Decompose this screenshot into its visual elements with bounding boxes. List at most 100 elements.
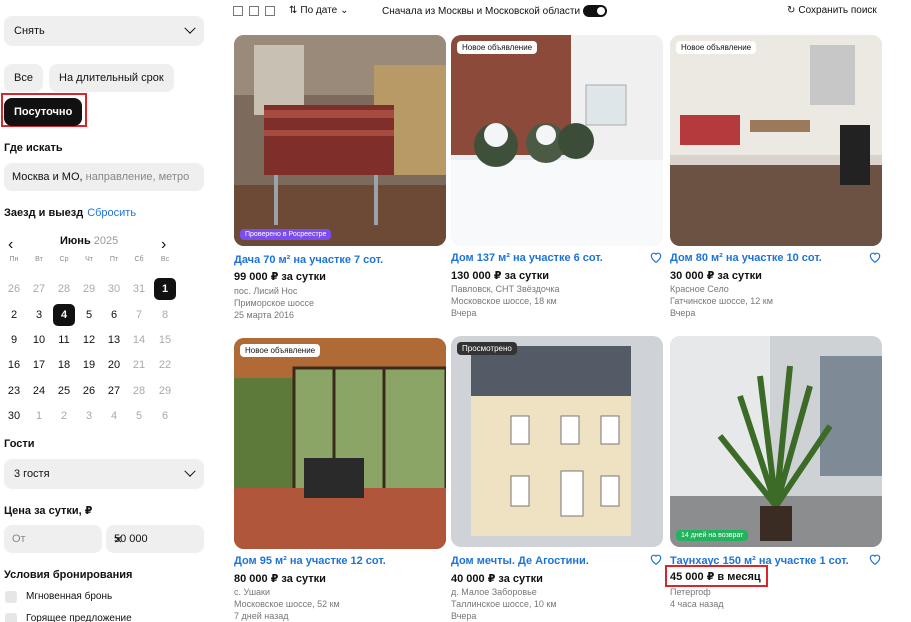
- calendar-day[interactable]: 3: [78, 405, 100, 427]
- listing-meta: Красное Село Гатчинское шоссе, 12 км Вче…: [670, 283, 773, 319]
- grid-view-icon[interactable]: [233, 6, 243, 16]
- listing-card[interactable]: Новое объявление Дом 95 м² на участке 12…: [234, 338, 446, 622]
- favorite-heart-icon[interactable]: [649, 250, 663, 264]
- next-month-icon[interactable]: ›: [161, 236, 166, 254]
- location-input[interactable]: Москва и МО, направление, метро: [4, 163, 204, 191]
- calendar-day[interactable]: 25: [53, 380, 75, 402]
- listing-location: Красное Село: [670, 284, 729, 294]
- listing-date: Вчера: [451, 308, 477, 318]
- favorite-heart-icon[interactable]: [868, 250, 882, 264]
- month-year: 2025: [93, 235, 119, 247]
- calendar-day[interactable]: 30: [103, 278, 125, 300]
- calendar-day[interactable]: 22: [154, 354, 176, 376]
- listing-card[interactable]: Новое объявление Дом 137 м² на участке 6…: [451, 35, 663, 335]
- calendar-day[interactable]: 31: [128, 278, 150, 300]
- moscow-first-toggle[interactable]: Сначала из Москвы и Московской области: [382, 5, 608, 17]
- calendar-day[interactable]: 2: [53, 405, 75, 427]
- calendar-day[interactable]: 12: [78, 329, 100, 351]
- calendar-day[interactable]: 26: [78, 380, 100, 402]
- calendar-day[interactable]: 7: [128, 304, 150, 326]
- instant-booking-checkbox[interactable]: [5, 591, 17, 603]
- favorite-heart-icon[interactable]: [868, 552, 882, 566]
- sort-dropdown[interactable]: ⇅ По дате ⌄: [289, 5, 349, 16]
- listing-road: Московское шоссе, 18 км: [451, 296, 557, 306]
- calendar-day[interactable]: 28: [53, 278, 75, 300]
- save-search-label: Сохранить поиск: [798, 5, 877, 16]
- listing-card[interactable]: 14 дней на возврат Таунхаус 150 м² на уч…: [665, 336, 882, 622]
- map-view-icon[interactable]: [265, 6, 275, 16]
- listing-title[interactable]: Дом 95 м² на участке 12 сот.: [234, 555, 386, 567]
- hot-offer-checkbox[interactable]: [5, 613, 17, 622]
- listing-photo[interactable]: Проверено в Росреестре: [234, 35, 446, 246]
- calendar-day[interactable]: 16: [3, 354, 25, 376]
- listing-meta: Павловск, СНТ Звёздочка Московское шоссе…: [451, 283, 560, 319]
- list-view-icon[interactable]: [249, 6, 259, 16]
- listing-title[interactable]: Дом 137 м² на участке 6 сот.: [451, 252, 603, 264]
- listing-photo[interactable]: Новое объявление: [670, 35, 882, 246]
- chip-long-term[interactable]: На длительный срок: [49, 64, 174, 92]
- toggle-switch[interactable]: [583, 5, 608, 17]
- calendar-day[interactable]: 29: [78, 278, 100, 300]
- listing-card[interactable]: Просмотрено Дом мечты. Де Агостини. 40 0…: [451, 336, 663, 622]
- calendar-day[interactable]: 1: [28, 405, 50, 427]
- calendar-day[interactable]: 11: [53, 329, 75, 351]
- return-badge: 14 дней на возврат: [676, 530, 749, 541]
- calendar-day[interactable]: 23: [3, 380, 25, 402]
- listing-photo[interactable]: 14 дней на возврат: [670, 336, 882, 547]
- calendar-day[interactable]: 27: [103, 380, 125, 402]
- sort-label: По дате: [300, 5, 338, 16]
- reset-dates-link[interactable]: Сбросить: [87, 207, 136, 219]
- save-search-button[interactable]: ↻ Сохранить поиск: [787, 5, 877, 16]
- listing-card[interactable]: Новое объявление Дом 80 м² на участке 10…: [670, 35, 882, 335]
- calendar-day[interactable]: 4: [53, 304, 75, 326]
- calendar-day[interactable]: 14: [128, 329, 150, 351]
- calendar-day[interactable]: 27: [28, 278, 50, 300]
- listing-title[interactable]: Дом 80 м² на участке 10 сот.: [670, 252, 822, 264]
- chip-daily[interactable]: Посуточно: [4, 98, 83, 126]
- weekday-label: Пн: [9, 256, 19, 263]
- listing-location: д. Малое Заборовье: [451, 587, 537, 597]
- calendar-day[interactable]: 29: [154, 380, 176, 402]
- guests-select[interactable]: 3 гостя: [4, 459, 204, 489]
- clear-price-icon[interactable]: ×: [114, 531, 122, 547]
- price-from-input[interactable]: От: [4, 525, 102, 553]
- listing-photo[interactable]: Новое объявление: [234, 338, 446, 549]
- calendar-day[interactable]: 13: [103, 329, 125, 351]
- calendar-day[interactable]: 1: [154, 278, 176, 300]
- deal-type-select[interactable]: Снять: [4, 16, 204, 46]
- calendar-day[interactable]: 9: [3, 329, 25, 351]
- listing-road: Приморское шоссе: [234, 298, 314, 308]
- calendar-day[interactable]: 28: [128, 380, 150, 402]
- chip-all[interactable]: Все: [4, 64, 43, 92]
- favorite-heart-icon[interactable]: [649, 552, 663, 566]
- calendar-day[interactable]: 24: [28, 380, 50, 402]
- calendar-day[interactable]: 18: [53, 354, 75, 376]
- listing-title[interactable]: Дача 70 м² на участке 7 сот.: [234, 254, 383, 266]
- calendar-day[interactable]: 3: [28, 304, 50, 326]
- calendar-day[interactable]: 6: [103, 304, 125, 326]
- listing-road: Московское шоссе, 52 км: [234, 599, 340, 609]
- calendar-day[interactable]: 10: [28, 329, 50, 351]
- calendar-day[interactable]: 5: [128, 405, 150, 427]
- calendar-day[interactable]: 5: [78, 304, 100, 326]
- calendar-day[interactable]: 2: [3, 304, 25, 326]
- calendar-day[interactable]: 21: [128, 354, 150, 376]
- calendar-day[interactable]: 20: [103, 354, 125, 376]
- listing-title[interactable]: Дом мечты. Де Агостини.: [451, 555, 589, 567]
- prev-month-icon[interactable]: ‹: [8, 236, 13, 254]
- listing-meta: д. Малое Заборовье Таллинское шоссе, 10 …: [451, 586, 557, 622]
- calendar-day[interactable]: 8: [154, 304, 176, 326]
- calendar-day[interactable]: 6: [154, 405, 176, 427]
- calendar-day[interactable]: 26: [3, 278, 25, 300]
- listing-card[interactable]: Проверено в Росреестре Дача 70 м² на уча…: [234, 35, 446, 335]
- calendar-day[interactable]: 17: [28, 354, 50, 376]
- calendar-day[interactable]: 30: [3, 405, 25, 427]
- listing-photo[interactable]: Просмотрено: [451, 336, 663, 547]
- price-to-input[interactable]: 50 000 ×: [106, 525, 204, 553]
- guests-value: 3 гостя: [14, 468, 50, 480]
- calendar-day[interactable]: 4: [103, 405, 125, 427]
- calendar-day[interactable]: 15: [154, 329, 176, 351]
- listing-photo[interactable]: Новое объявление: [451, 35, 663, 246]
- calendar-day[interactable]: 19: [78, 354, 100, 376]
- month-name: Июнь: [60, 235, 91, 247]
